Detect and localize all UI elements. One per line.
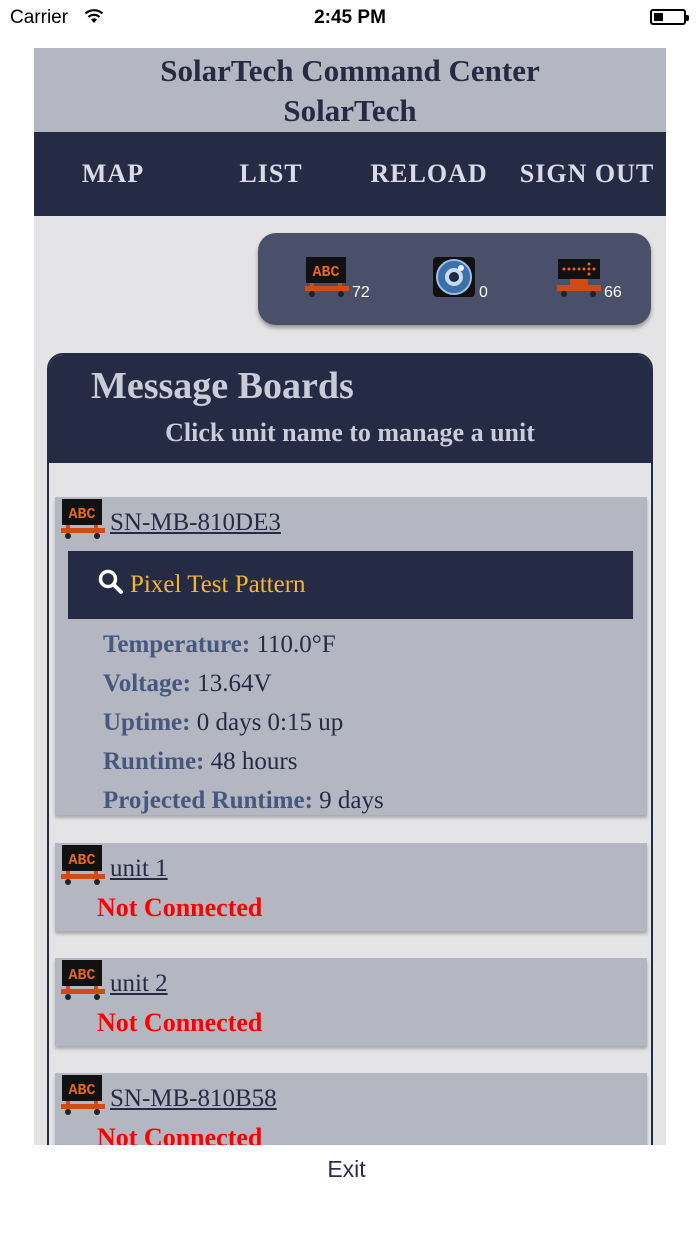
clock: 2:45 PM — [314, 7, 386, 28]
unit-card: ABC unit 2 Not Connected — [55, 958, 647, 1046]
unit-row: ABC SN-MB-810DE3 — [55, 497, 647, 547]
app-header: SolarTech Command Center SolarTech — [34, 48, 666, 132]
pixel-test-label: Pixel Test Pattern — [130, 571, 306, 598]
projected-runtime-label: Projected Runtime: — [103, 787, 313, 814]
unit-card: ABC SN-MB-810B58 Not Connected — [55, 1073, 647, 1145]
svg-text:ABC: ABC — [68, 852, 95, 869]
panel-subtitle: Click unit name to manage a unit — [165, 418, 535, 447]
status-bar: Carrier 2:45 PM — [0, 0, 700, 36]
nav-list-link[interactable]: LIST — [192, 159, 350, 189]
voltage-value: 13.64V — [197, 670, 272, 697]
message-board-count-value: 72 — [352, 284, 370, 301]
app-subtitle: SolarTech — [283, 93, 417, 128]
camera-icon — [431, 255, 477, 304]
message-board-icon: ABC — [60, 1073, 106, 1122]
camera-count-value: 0 — [479, 284, 488, 301]
unit-row: ABC unit 2 — [55, 958, 647, 1008]
unit-card: ABC unit 1 Not Connected — [55, 843, 647, 931]
unit-card: ABC SN-MB-810DE3 Pixel Test Pattern Temp… — [55, 497, 647, 815]
message-board-icon: ABC — [304, 255, 350, 304]
unit-details: Temperature: 110.0°F Voltage: 13.64V Upt… — [55, 619, 647, 820]
web-view[interactable]: SolarTech Command Center SolarTech MAP L… — [34, 48, 666, 1145]
svg-text:ABC: ABC — [68, 967, 95, 984]
camera-count[interactable]: 0 — [431, 255, 488, 304]
voltage-label: Voltage: — [103, 670, 191, 697]
connection-status: Not Connected — [97, 1008, 263, 1037]
runtime-value: 48 hours — [210, 748, 298, 775]
panel-header: Message Boards Click unit name to manage… — [49, 355, 651, 463]
message-board-icon: ABC — [60, 958, 106, 1007]
temperature-label: Temperature: — [103, 631, 251, 658]
uptime-value: 0 days 0:15 up — [196, 709, 344, 736]
arrow-board-icon — [556, 255, 602, 304]
nav-sign-out-link[interactable]: SIGN OUT — [508, 159, 666, 189]
nav-reload-link[interactable]: RELOAD — [350, 159, 508, 189]
pixel-test-pattern-button[interactable]: Pixel Test Pattern — [68, 551, 633, 619]
projected-runtime-row: Projected Runtime: 9 days — [103, 781, 647, 820]
nav-map-link[interactable]: MAP — [34, 159, 192, 189]
arrow-board-count[interactable]: 66 — [556, 255, 622, 304]
uptime-label: Uptime: — [103, 709, 191, 736]
svg-text:ABC: ABC — [312, 264, 339, 281]
temperature-value: 110.0°F — [256, 631, 336, 658]
uptime-row: Uptime: 0 days 0:15 up — [103, 703, 647, 742]
message-board-count[interactable]: ABC 72 — [304, 255, 370, 304]
runtime-row: Runtime: 48 hours — [103, 742, 647, 781]
message-board-icon: ABC — [60, 497, 106, 546]
battery-icon — [650, 9, 689, 25]
projected-runtime-value: 9 days — [319, 787, 384, 814]
unit-row: ABC unit 1 — [55, 843, 647, 893]
unit-name-link[interactable]: SN-MB-810DE3 — [110, 509, 281, 537]
device-counts-box: ABC 72 0 66 — [258, 233, 651, 325]
unit-name-link[interactable]: SN-MB-810B58 — [110, 1085, 277, 1113]
search-icon — [98, 569, 124, 602]
svg-text:ABC: ABC — [68, 1082, 95, 1099]
app-title: SolarTech Command Center — [160, 53, 540, 88]
unit-row: ABC SN-MB-810B58 — [55, 1073, 647, 1123]
svg-text:ABC: ABC — [68, 506, 95, 523]
arrow-board-count-value: 66 — [604, 284, 622, 301]
message-boards-panel: Message Boards Click unit name to manage… — [47, 353, 653, 1145]
panel-title: Message Boards — [91, 365, 354, 407]
connection-status: Not Connected — [97, 1123, 263, 1145]
unit-name-link[interactable]: unit 1 — [110, 855, 168, 883]
connection-status: Not Connected — [97, 893, 263, 922]
unit-name-link[interactable]: unit 2 — [110, 970, 168, 998]
voltage-row: Voltage: 13.64V — [103, 664, 647, 703]
exit-button[interactable]: Exit — [0, 1156, 693, 1183]
nav-bar: MAP LIST RELOAD SIGN OUT — [34, 132, 666, 216]
temperature-row: Temperature: 110.0°F — [103, 625, 647, 664]
runtime-label: Runtime: — [103, 748, 205, 775]
message-board-icon: ABC — [60, 843, 106, 892]
